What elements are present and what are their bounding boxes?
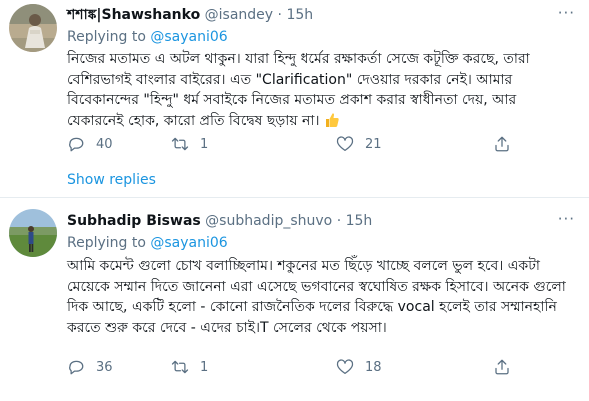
reply-button[interactable]: 40	[67, 134, 113, 154]
avatar-photo-icon	[9, 4, 57, 52]
share-button[interactable]	[493, 357, 511, 377]
tweet-text: আমি কমেন্ট গুলো চোখ বলাচ্ছিলাম। শকুনের ম…	[67, 256, 572, 338]
tweet[interactable]: Subhadip Biswas @subhadip_shuvo · 15h ··…	[0, 199, 589, 401]
retweet-icon	[171, 137, 189, 151]
share-icon	[495, 359, 509, 375]
reply-button[interactable]: 36	[67, 357, 113, 377]
tweet-header: শশাঙ্ক|Shawshanko @isandey · 15h	[67, 6, 313, 24]
timestamp[interactable]: 15h	[346, 213, 373, 229]
display-name[interactable]: Subhadip Biswas	[67, 213, 201, 229]
tweet-header: Subhadip Biswas @subhadip_shuvo · 15h	[67, 212, 372, 230]
retweet-count: 1	[200, 359, 209, 375]
tweet-actions: 40 1 21	[67, 134, 567, 154]
tweet-text-content: নিজের মতামত এ অটল থাকুন। যারা হিন্দু ধর্…	[67, 51, 530, 129]
share-icon	[495, 136, 509, 152]
separator-dot: ·	[277, 7, 282, 23]
tweet-text: নিজের মতামত এ অটল থাকুন। যারা হিন্দু ধর্…	[67, 49, 572, 131]
reply-count: 36	[96, 359, 113, 375]
share-button[interactable]	[493, 134, 511, 154]
heart-icon	[336, 359, 354, 375]
tweet-divider	[0, 197, 589, 198]
mention-link[interactable]: @sayani06	[150, 235, 227, 251]
show-replies-link[interactable]: Show replies	[67, 172, 156, 188]
user-handle[interactable]: @subhadip_shuvo	[205, 213, 332, 229]
avatar-photo-icon	[9, 209, 57, 257]
avatar[interactable]	[9, 209, 57, 257]
tweet[interactable]: শশাঙ্ক|Shawshanko @isandey · 15h ··· Rep…	[0, 0, 589, 197]
replying-to-label: Replying to	[67, 235, 146, 251]
reply-icon	[69, 360, 84, 375]
retweet-button[interactable]: 1	[171, 134, 208, 154]
heart-icon	[336, 136, 354, 152]
separator-dot: ·	[336, 213, 342, 229]
replying-to-label: Replying to	[67, 29, 146, 45]
retweet-button[interactable]: 1	[171, 357, 208, 377]
like-count: 21	[365, 136, 382, 152]
more-options-icon[interactable]: ···	[558, 210, 575, 228]
user-handle[interactable]: @isandey	[205, 7, 273, 23]
reply-count: 40	[96, 136, 113, 152]
replying-to: Replying to @sayani06	[67, 29, 228, 45]
avatar[interactable]	[9, 4, 57, 52]
replying-to: Replying to @sayani06	[67, 235, 228, 251]
thumbs-up-emoji-icon	[325, 112, 339, 127]
display-name[interactable]: শশাঙ্ক|Shawshanko	[67, 7, 200, 23]
timestamp[interactable]: 15h	[286, 7, 313, 23]
reply-icon	[69, 137, 84, 152]
retweet-count: 1	[200, 136, 209, 152]
like-button[interactable]: 21	[336, 134, 382, 154]
mention-link[interactable]: @sayani06	[150, 29, 227, 45]
tweet-actions: 36 1 18	[67, 357, 567, 377]
more-options-icon[interactable]: ···	[558, 4, 575, 22]
tweet-text-content: আমি কমেন্ট গুলো চোখ বলাচ্ছিলাম। শকুনের ম…	[67, 258, 566, 336]
retweet-icon	[171, 360, 189, 374]
like-button[interactable]: 18	[336, 357, 382, 377]
like-count: 18	[365, 359, 382, 375]
